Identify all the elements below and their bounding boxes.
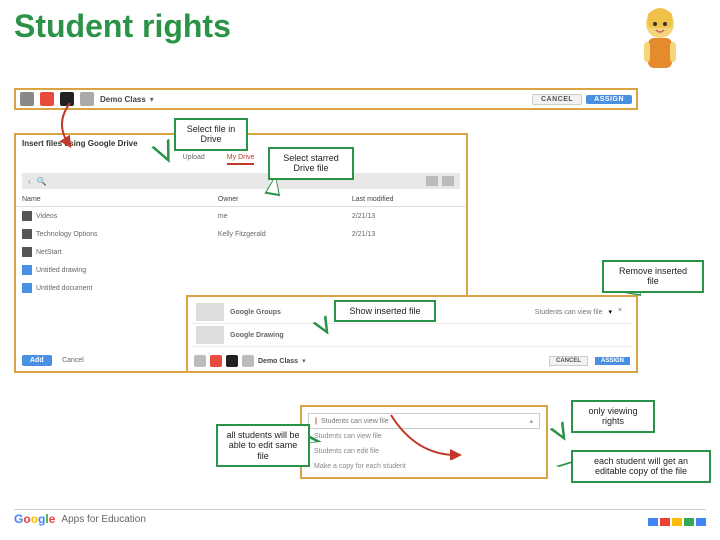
- attachment-toolbar: Demo Class ▾ CANCEL ASSIGN: [192, 353, 632, 369]
- link-icon[interactable]: [80, 92, 94, 106]
- attach-icon[interactable]: [194, 355, 206, 367]
- footer-color-bars: [648, 518, 706, 526]
- callout-remove-file: Remove inserted file: [602, 260, 704, 293]
- picker-cancel-button[interactable]: Cancel: [62, 357, 84, 364]
- picker-tabs: Upload My Drive Starred: [16, 152, 466, 169]
- arrow-icon: [386, 410, 466, 460]
- col-name: Name: [16, 193, 212, 207]
- avatar: [630, 4, 690, 78]
- list-view-icon[interactable]: [442, 176, 454, 186]
- attach-icon[interactable]: [20, 92, 34, 106]
- footer-apps-label: Apps for Education: [61, 514, 146, 525]
- col-modified: Last modified: [346, 193, 466, 207]
- footer-logo: Google Apps for Education: [14, 512, 146, 526]
- grid-view-icon[interactable]: [426, 176, 438, 186]
- document-icon: [22, 283, 32, 293]
- tab-my-drive[interactable]: My Drive: [227, 154, 255, 165]
- picker-search-bar: ‹ 🔍: [22, 173, 460, 189]
- search-icon[interactable]: 🔍: [37, 177, 47, 186]
- table-row[interactable]: Untitled drawing: [16, 261, 466, 279]
- table-row[interactable]: Technology OptionsKelly Fitzgerald2/21/1…: [16, 225, 466, 243]
- back-icon[interactable]: ‹: [28, 177, 31, 186]
- thumbnail-icon: [196, 326, 224, 344]
- footer-divider: [14, 509, 706, 510]
- callout-view-only: only viewing rights: [571, 400, 655, 433]
- thumbnail-icon: [196, 303, 224, 321]
- class-label[interactable]: Demo Class: [100, 95, 146, 104]
- arrow-icon: [50, 98, 80, 148]
- chevron-down-icon[interactable]: ▾: [608, 308, 612, 316]
- table-row[interactable]: Videosme2/21/13: [16, 207, 466, 226]
- cancel-button[interactable]: CANCEL: [549, 356, 588, 366]
- callout-select-starred: Select starred Drive file: [268, 147, 354, 180]
- google-logo: Google: [14, 512, 55, 526]
- permission-dropdown[interactable]: Students can view file: [535, 309, 603, 316]
- link-icon[interactable]: [242, 355, 254, 367]
- cancel-button[interactable]: CANCEL: [532, 94, 582, 105]
- file-table: Name Owner Last modified Videosme2/21/13…: [16, 193, 466, 297]
- callout-each-copy: each student will get an editable copy o…: [571, 450, 711, 483]
- table-row[interactable]: NetStart: [16, 243, 466, 261]
- tab-upload[interactable]: Upload: [183, 154, 205, 165]
- close-icon[interactable]: ×: [618, 307, 628, 317]
- drawing-icon: [22, 265, 32, 275]
- callout-show-file: Show inserted file: [334, 300, 436, 322]
- dropdown-option-copy[interactable]: Make a copy for each student: [308, 459, 540, 474]
- attachment-row: Google Drawing: [192, 324, 632, 347]
- drive-icon[interactable]: [210, 355, 222, 367]
- chevron-down-icon[interactable]: ▾: [302, 357, 306, 365]
- dropdown-current-label: Students can view file: [321, 418, 389, 425]
- folder-icon: [22, 247, 32, 257]
- callout-all-edit: all students will be able to edit same f…: [216, 424, 310, 467]
- page-title: Student rights: [14, 8, 231, 45]
- add-button[interactable]: Add: [22, 355, 52, 366]
- attachment-name: Google Drawing: [230, 332, 284, 339]
- assignment-toolbar: Demo Class ▾ CANCEL ASSIGN: [14, 88, 638, 110]
- callout-select-file: Select file in Drive: [174, 118, 248, 151]
- assign-button[interactable]: ASSIGN: [595, 357, 630, 365]
- chevron-down-icon[interactable]: ▾: [150, 95, 154, 104]
- folder-icon: [22, 211, 32, 221]
- youtube-icon[interactable]: [226, 355, 238, 367]
- assign-button[interactable]: ASSIGN: [586, 95, 632, 104]
- chevron-down-icon: ▴: [529, 417, 533, 425]
- callout-tail: [550, 421, 573, 445]
- class-label[interactable]: Demo Class: [258, 358, 298, 365]
- folder-icon: [22, 229, 32, 239]
- attachment-name: Google Groups: [230, 309, 281, 316]
